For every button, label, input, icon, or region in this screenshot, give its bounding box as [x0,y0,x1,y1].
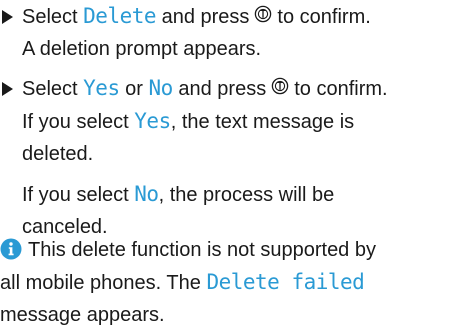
step-1-result: A deletion prompt appears. [22,38,262,60]
step-2-no-pre: If you select [22,184,129,206]
triangle-bullet-icon [2,82,13,96]
triangle-bullet-icon [2,10,13,24]
keyword-delete: Delete [83,4,157,28]
step-1-post: to confirm. [277,6,371,28]
manual-page: Select Delete and press to confirm. A de… [0,0,455,332]
step-1-mid: and press [161,6,250,28]
note-line-1-text: This delete function is not supported by [28,239,376,261]
step-2-no-line: If you select No, the process will be [0,178,455,211]
note-line-2-pre: all mobile phones. The [0,272,201,294]
step-2-yes-line: If you select Yes, the text message is [0,105,455,138]
step-2-line: Select Yes or No and press to confirm. [0,72,455,105]
step-1-line: Select Delete and press to confirm. [0,0,455,33]
step-2-or: or [125,78,143,100]
info-icon [0,238,22,260]
keyword-delete-failed: Delete failed [206,270,365,294]
keyword-no: No [134,182,159,206]
step-1-pre: Select [22,6,78,28]
keyword-no: No [148,76,174,100]
step-2-yes-line-2: deleted. [22,143,94,165]
note-line-3: message appears. [0,304,165,326]
keyword-yes: Yes [134,109,171,133]
step-2-pre: Select [22,78,78,100]
step-2-mid: and press [178,78,267,100]
step-1: Select Delete and press to confirm. A de… [0,0,455,65]
note-line-1: This delete function is not supported by [0,234,455,266]
info-note: This delete function is not supported by… [0,234,455,331]
step-2-yes-pre: If you select [22,111,129,133]
note-line-2: all mobile phones. The Delete failed [0,266,455,299]
ok-button-icon [255,5,272,23]
step-2: Select Yes or No and press to confirm. I… [0,72,455,243]
ok-button-icon [271,77,289,95]
step-2-no-post: , the process will be [158,184,335,206]
step-2-post: to confirm. [294,78,388,100]
step-2-yes-post: , the text message is [170,111,355,133]
keyword-yes: Yes [83,76,120,100]
